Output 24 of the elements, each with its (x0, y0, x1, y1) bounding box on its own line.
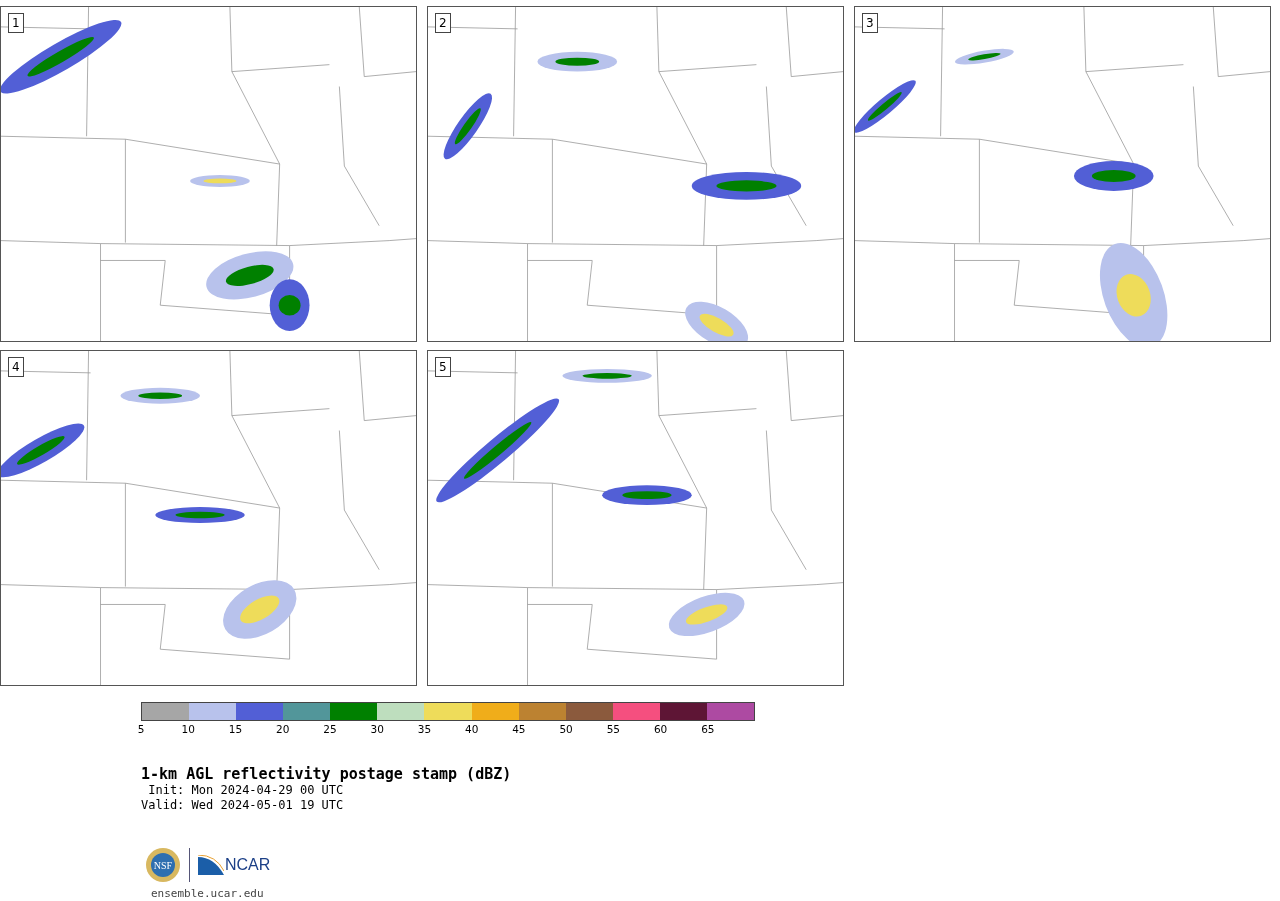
valid-time: Valid: Wed 2024-05-01 19 UTC (141, 798, 345, 813)
tick-label: 60 (653, 723, 668, 735)
tick-label: 30 (370, 723, 384, 735)
chart-title: 1-km AGL reflectivity postage stamp (dBZ) (141, 765, 513, 783)
website-address: ensemble.ucar.edu (151, 887, 265, 900)
tick-label: 50 (559, 723, 573, 735)
tick-label: 15 (228, 723, 243, 735)
panel-number: 5 (435, 357, 451, 377)
panel-number: 3 (862, 13, 878, 33)
tick-label: 45 (512, 723, 526, 735)
tick-label: 10 (181, 723, 195, 735)
tick-label: 55 (606, 723, 621, 735)
globe-logo-icon: NSF (145, 847, 181, 883)
tick-label: 65 (701, 723, 715, 735)
ncar-logo: NCAR (198, 855, 271, 875)
panel-number: 1 (8, 13, 24, 33)
init-time: Init: Mon 2024-04-29 00 UTC (147, 783, 345, 798)
panel-number: 2 (435, 13, 451, 33)
tick-label: 35 (417, 723, 432, 735)
tick-label: 25 (323, 723, 337, 735)
tick-label: 5 (137, 723, 145, 735)
panel-number: 4 (8, 357, 24, 377)
tick-label: 20 (276, 723, 290, 735)
tick-label: 40 (464, 723, 479, 735)
